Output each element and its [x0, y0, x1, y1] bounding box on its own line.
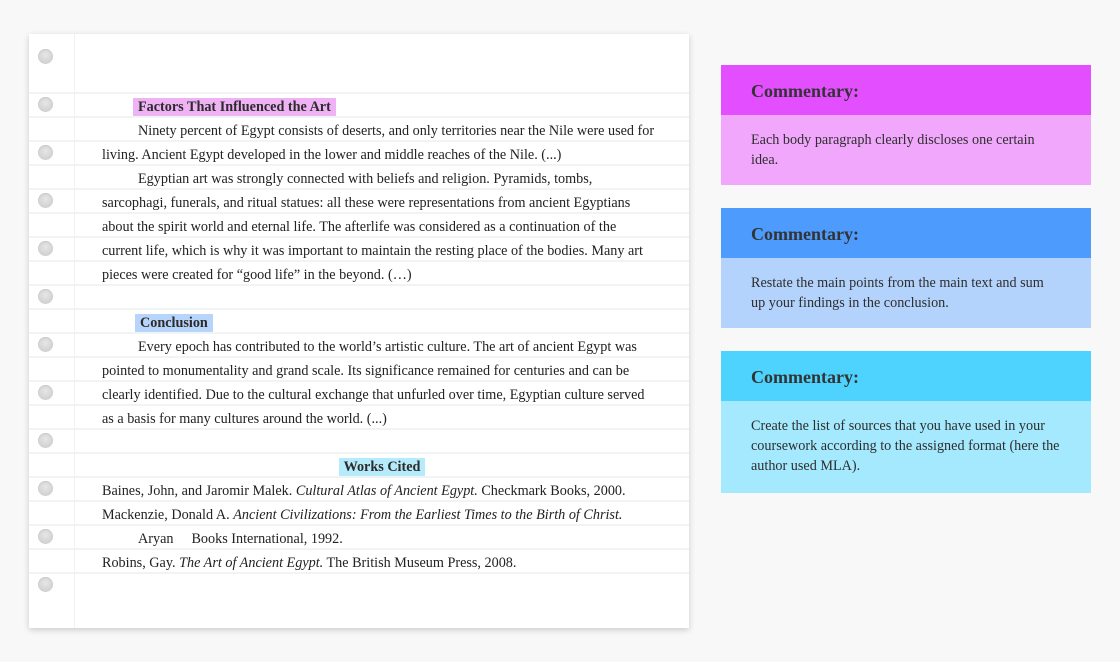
- punch-hole-icon: [38, 385, 53, 400]
- paragraph-line: sarcophagi, funerals, and ritual statues…: [102, 195, 631, 211]
- citation-entry: Robins, Gay. The Art of Ancient Egypt. T…: [102, 551, 662, 575]
- paragraph-line: Ninety percent of Egypt consists of dese…: [138, 123, 655, 139]
- citation-author: Baines, John, and Jaromir Malek.: [102, 483, 296, 499]
- punch-hole-icon: [38, 433, 53, 448]
- paragraph-line: pieces were created for “good life” in t…: [102, 267, 412, 283]
- heading-factors: Factors That Influenced the Art: [133, 98, 336, 116]
- section-heading-row: Conclusion: [102, 311, 662, 335]
- notebook-page: Factors That Influenced the Art Ninety p…: [29, 34, 689, 628]
- paragraph-line: as a basis for many cultures around the …: [102, 411, 387, 427]
- citation-continuation: Aryan Books International, 1992.: [102, 527, 662, 551]
- paragraph-line: Every epoch has contributed to the world…: [138, 339, 637, 355]
- paragraph-line: current life, which is why it was import…: [102, 243, 643, 259]
- commentary-card-works-cited: Commentary: Create the list of sources t…: [721, 351, 1091, 493]
- commentary-text: Each body paragraph clearly discloses on…: [721, 115, 1091, 185]
- citation-publisher: The British Museum Press, 2008.: [323, 555, 517, 571]
- heading-works-cited: Works Cited: [338, 458, 426, 476]
- citation-title: The Art of Ancient Egypt.: [179, 555, 324, 571]
- commentary-card-conclusion: Commentary: Restate the main points from…: [721, 208, 1091, 328]
- paragraph-line: Egyptian art was strongly connected with…: [138, 171, 593, 187]
- document-content: Factors That Influenced the Art Ninety p…: [102, 95, 662, 575]
- heading-conclusion: Conclusion: [135, 314, 213, 332]
- punch-hole-icon: [38, 337, 53, 352]
- citation-entry: Mackenzie, Donald A. Ancient Civilizatio…: [102, 503, 662, 527]
- commentary-title: Commentary:: [721, 208, 1091, 258]
- citation-publisher-part: Aryan: [138, 531, 174, 547]
- citation-title: Ancient Civilizations: From the Earliest…: [233, 507, 623, 523]
- punch-hole-icon: [38, 49, 53, 64]
- punch-hole-icon: [38, 289, 53, 304]
- citation-publisher: Checkmark Books, 2000.: [477, 483, 626, 499]
- citation-author: Mackenzie, Donald A.: [102, 507, 234, 523]
- paragraph-line: about the spirit world and eternal life.…: [102, 219, 617, 235]
- paragraph-line: living. Ancient Egypt developed in the l…: [102, 147, 562, 163]
- citation-title: Cultural Atlas of Ancient Egypt.: [295, 483, 478, 499]
- commentary-text: Restate the main points from the main te…: [721, 258, 1091, 328]
- punch-hole-icon: [38, 577, 53, 592]
- section-heading-row: Factors That Influenced the Art: [102, 95, 662, 119]
- punch-hole-icon: [38, 481, 53, 496]
- commentary-card-body-paragraphs: Commentary: Each body paragraph clearly …: [721, 65, 1091, 185]
- citation-author: Robins, Gay.: [102, 555, 180, 571]
- section-heading-row: Works Cited: [102, 455, 662, 479]
- punch-hole-icon: [38, 241, 53, 256]
- punch-hole-icon: [38, 529, 53, 544]
- paragraph-line: pointed to monumentality and grand scale…: [102, 363, 630, 379]
- ruled-line: [29, 92, 689, 94]
- commentary-text: Create the list of sources that you have…: [721, 401, 1091, 493]
- commentary-title: Commentary:: [721, 351, 1091, 401]
- punch-hole-icon: [38, 97, 53, 112]
- punch-hole-icon: [38, 193, 53, 208]
- paragraph-line: clearly identified. Due to the cultural …: [102, 387, 645, 403]
- citation-entry: Baines, John, and Jaromir Malek. Cultura…: [102, 479, 662, 503]
- commentary-title: Commentary:: [721, 65, 1091, 115]
- punch-hole-icon: [38, 145, 53, 160]
- citation-publisher-part: Books International, 1992.: [191, 531, 343, 547]
